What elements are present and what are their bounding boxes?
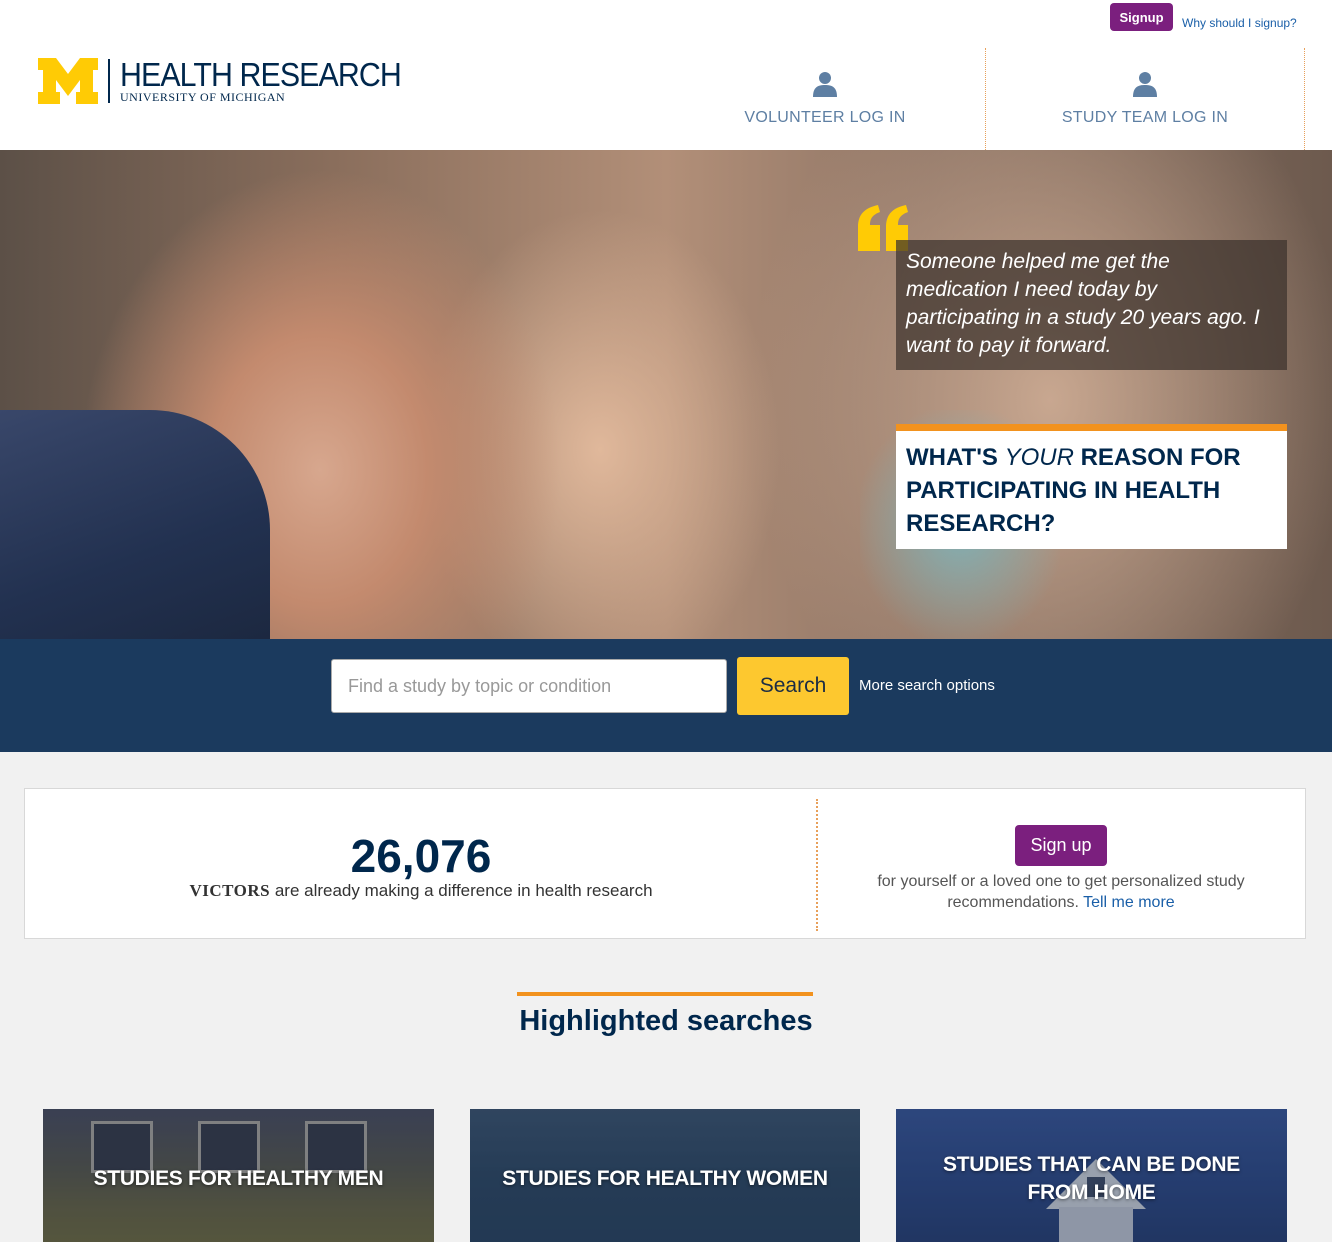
tile-healthy-men[interactable]: STUDIES FOR HEALTHY MEN xyxy=(43,1109,434,1242)
user-icon xyxy=(1133,72,1157,97)
highlighted-searches-title: Highlighted searches xyxy=(519,1005,813,1037)
logo-divider xyxy=(108,59,110,103)
reason-callout[interactable]: WHAT'S YOUR REASON FOR PARTICIPATING IN … xyxy=(896,424,1287,549)
volunteer-login-link[interactable]: VOLUNTEER LOG IN xyxy=(665,48,985,150)
signup-section: Sign up for yourself or a loved one to g… xyxy=(817,789,1305,938)
tile-from-home[interactable]: STUDIES THAT CAN BE DONE FROM HOME xyxy=(896,1109,1287,1242)
volunteer-count-section: 26,076 VICTORS are already making a diff… xyxy=(25,789,817,938)
tile-label: STUDIES THAT CAN BE DONE FROM HOME xyxy=(943,1153,1240,1204)
volunteer-count-caption: VICTORS are already making a difference … xyxy=(189,881,653,900)
study-team-login-link[interactable]: STUDY TEAM LOG IN xyxy=(985,48,1305,150)
tell-me-more-link[interactable]: Tell me more xyxy=(1083,894,1175,911)
signup-description: for yourself or a loved one to get perso… xyxy=(877,873,1245,911)
volunteer-login-label: VOLUNTEER LOG IN xyxy=(744,109,906,126)
tile-label: STUDIES FOR HEALTHY WOMEN xyxy=(502,1167,828,1190)
hero-photo-jacket xyxy=(0,410,270,639)
logo-text: HEALTH RESEARCH UNIVERSITY OF MICHIGAN xyxy=(120,56,425,103)
site-logo[interactable]: HEALTH RESEARCH UNIVERSITY OF MICHIGAN xyxy=(38,58,425,104)
section-accent-bar xyxy=(517,992,813,996)
search-button[interactable]: Search xyxy=(737,657,849,715)
signup-button[interactable]: Signup xyxy=(1110,3,1173,31)
volunteer-count: 26,076 xyxy=(350,830,492,882)
study-team-login-label: STUDY TEAM LOG IN xyxy=(1061,109,1229,126)
block-m-logo-icon xyxy=(38,58,98,104)
tile-healthy-women[interactable]: STUDIES FOR HEALTHY WOMEN xyxy=(470,1109,860,1242)
reason-heading: WHAT'S YOUR REASON FOR PARTICIPATING IN … xyxy=(906,444,1241,537)
why-signup-link[interactable]: Why should I signup? xyxy=(1182,16,1297,30)
study-search-input[interactable] xyxy=(331,659,727,713)
stats-card: 26,076 VICTORS are already making a diff… xyxy=(24,788,1306,939)
more-search-options-link[interactable]: More search options xyxy=(859,677,995,694)
sign-up-button[interactable]: Sign up xyxy=(1015,825,1107,866)
testimonial-quote: Someone helped me get the medication I n… xyxy=(896,240,1287,370)
user-icon xyxy=(813,72,837,97)
tile-label: STUDIES FOR HEALTHY MEN xyxy=(93,1167,384,1190)
search-band: Search More search options xyxy=(0,639,1332,752)
logo-title: HEALTH RESEARCH xyxy=(120,56,402,93)
hero-banner: Someone helped me get the medication I n… xyxy=(0,150,1332,639)
site-header: Signup Why should I signup? HEALTH RESEA… xyxy=(0,0,1332,150)
testimonial-text: Someone helped me get the medication I n… xyxy=(906,250,1260,357)
